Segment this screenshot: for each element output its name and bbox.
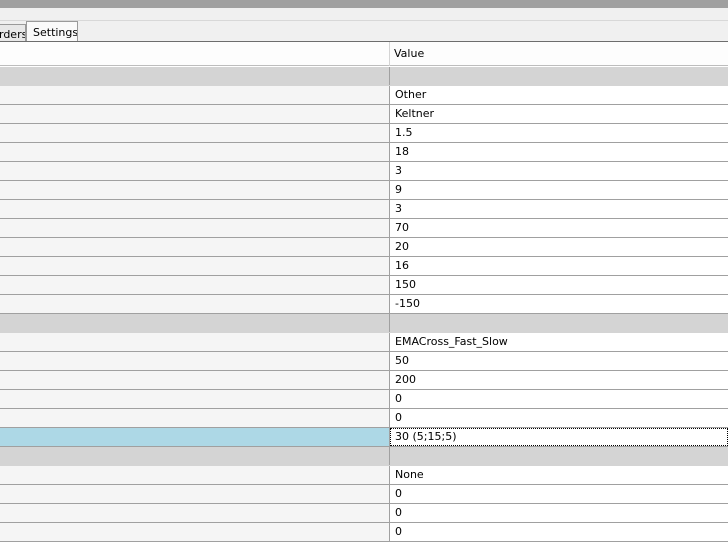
property-value-cell[interactable]: 0 [390, 523, 728, 541]
property-row[interactable]: 30 (5;15;5) [0, 428, 728, 447]
header-separator[interactable] [389, 42, 390, 66]
category-row[interactable] [0, 67, 728, 86]
property-row[interactable]: 0 [0, 485, 728, 504]
property-row[interactable]: None [0, 466, 728, 485]
property-name-cell[interactable] [0, 124, 390, 142]
property-row[interactable]: 3 [0, 162, 728, 181]
property-value-cell[interactable]: EMACross_Fast_Slow [390, 333, 728, 351]
property-value-cell [390, 314, 728, 332]
property-name-cell[interactable] [0, 219, 390, 237]
property-value-cell[interactable]: 0 [390, 485, 728, 503]
property-value-cell[interactable]: 1.5 [390, 124, 728, 142]
property-name-cell[interactable] [0, 314, 390, 332]
grid-header: Value [0, 42, 728, 66]
property-row[interactable]: 0 [0, 390, 728, 409]
property-name-cell[interactable] [0, 523, 390, 541]
property-row[interactable]: 0 [0, 504, 728, 523]
property-name-cell[interactable] [0, 295, 390, 313]
tab-bar: rders Settings [0, 8, 728, 44]
property-value-cell[interactable]: 200 [390, 371, 728, 389]
property-name-cell[interactable] [0, 504, 390, 522]
property-name-cell[interactable] [0, 200, 390, 218]
property-name-cell[interactable] [0, 276, 390, 294]
property-name-cell[interactable] [0, 162, 390, 180]
property-value-cell[interactable]: 16 [390, 257, 728, 275]
property-name-cell[interactable] [0, 485, 390, 503]
property-row[interactable]: 3 [0, 200, 728, 219]
property-row[interactable]: 50 [0, 352, 728, 371]
property-value-cell[interactable]: 0 [390, 390, 728, 408]
property-value-cell[interactable]: 9 [390, 181, 728, 199]
property-value-cell[interactable]: Other [390, 86, 728, 104]
property-name-cell[interactable] [0, 143, 390, 161]
property-value-cell[interactable]: 30 (5;15;5) [390, 428, 728, 446]
property-name-cell[interactable] [0, 67, 390, 85]
property-row[interactable]: 0 [0, 409, 728, 428]
property-value-cell [390, 67, 728, 85]
property-value-cell[interactable]: -150 [390, 295, 728, 313]
property-name-cell[interactable] [0, 447, 390, 465]
property-value-cell[interactable]: 150 [390, 276, 728, 294]
property-row[interactable]: 18 [0, 143, 728, 162]
property-name-cell[interactable] [0, 390, 390, 408]
property-value-cell[interactable]: Keltner [390, 105, 728, 123]
property-name-cell[interactable] [0, 181, 390, 199]
property-name-cell[interactable] [0, 466, 390, 484]
property-value-cell[interactable]: 18 [390, 143, 728, 161]
property-row[interactable]: 20 [0, 238, 728, 257]
property-value-cell[interactable]: 3 [390, 200, 728, 218]
property-row[interactable]: 200 [0, 371, 728, 390]
property-row[interactable]: 16 [0, 257, 728, 276]
property-row[interactable]: 1.5 [0, 124, 728, 143]
property-name-cell[interactable] [0, 86, 390, 104]
property-value-cell[interactable]: None [390, 466, 728, 484]
property-name-cell[interactable] [0, 257, 390, 275]
property-name-cell[interactable] [0, 409, 390, 427]
property-row[interactable]: 0 [0, 523, 728, 542]
property-name-cell[interactable] [0, 105, 390, 123]
category-row[interactable] [0, 314, 728, 333]
property-value-cell[interactable]: 70 [390, 219, 728, 237]
property-name-cell[interactable] [0, 371, 390, 389]
category-row[interactable] [0, 447, 728, 466]
property-value-cell [390, 447, 728, 465]
property-row[interactable]: 70 [0, 219, 728, 238]
property-row[interactable]: 150 [0, 276, 728, 295]
property-row[interactable]: -150 [0, 295, 728, 314]
property-name-cell[interactable] [0, 333, 390, 351]
property-value-cell[interactable]: 3 [390, 162, 728, 180]
property-row[interactable]: Keltner [0, 105, 728, 124]
property-row[interactable]: Other [0, 86, 728, 105]
property-value-cell[interactable]: 0 [390, 409, 728, 427]
property-row[interactable]: EMACross_Fast_Slow [0, 333, 728, 352]
property-value-cell[interactable]: 20 [390, 238, 728, 256]
property-row[interactable]: 9 [0, 181, 728, 200]
tabbar-divider [0, 20, 728, 21]
property-name-cell[interactable] [0, 238, 390, 256]
property-value-cell[interactable]: 50 [390, 352, 728, 370]
property-name-cell[interactable] [0, 352, 390, 370]
property-value-cell[interactable]: 0 [390, 504, 728, 522]
property-grid: Value Other Keltner 1.5 18 3 9 3 70 20 16 150 -150 E… [0, 41, 728, 545]
property-name-cell[interactable] [0, 428, 390, 446]
value-column-header[interactable]: Value [394, 42, 424, 66]
